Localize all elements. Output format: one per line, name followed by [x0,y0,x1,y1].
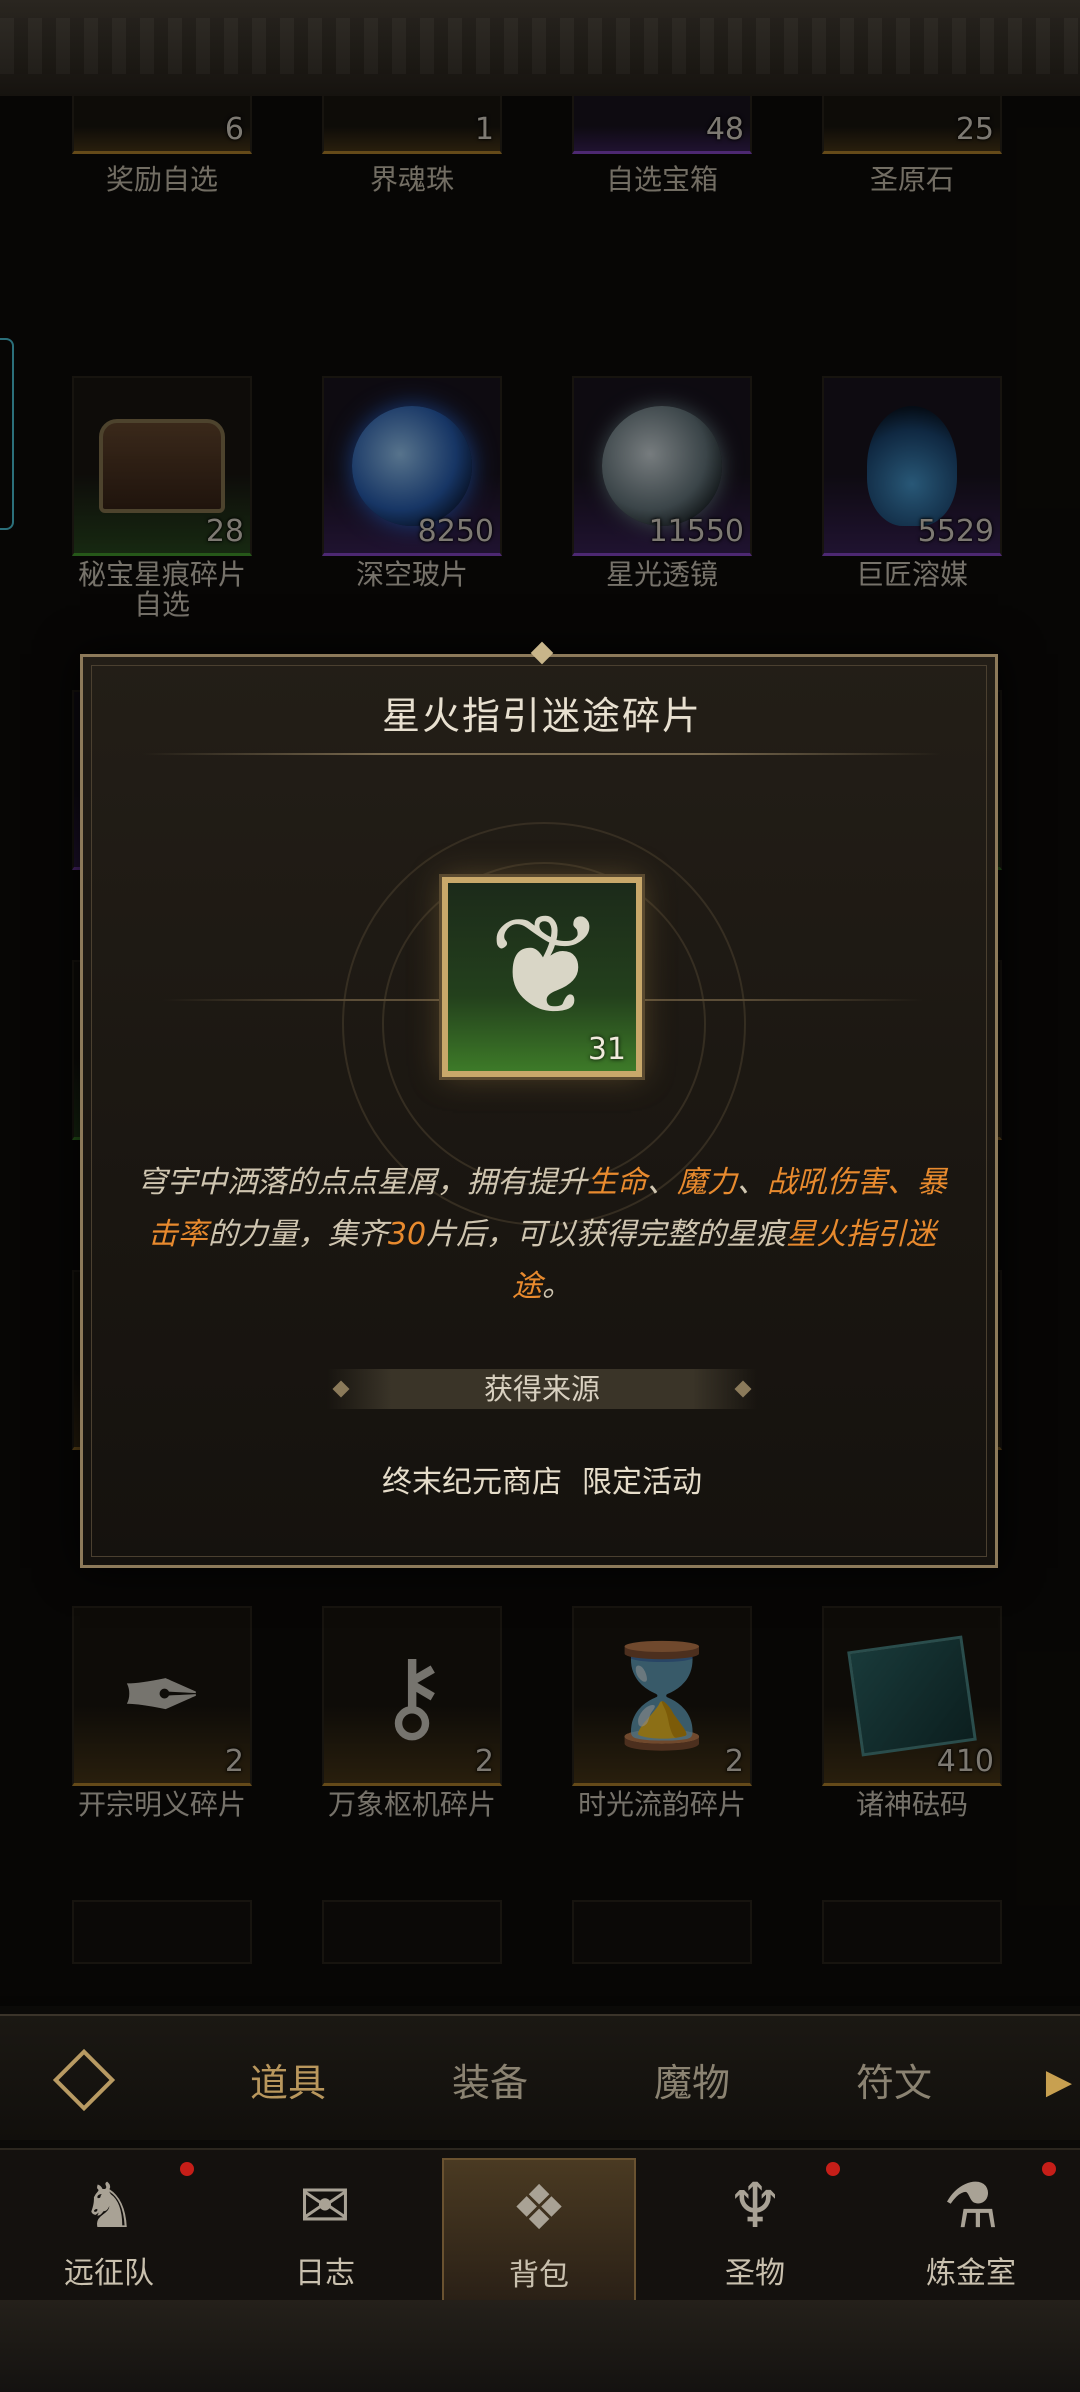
source-list: 终末纪元商店 限定活动 [83,1457,1001,1501]
alchemy-icon: ⚗ [943,2169,999,2242]
source-link[interactable]: 限定活动 [582,1465,702,1500]
modal-title: 星火指引迷途碎片 [381,694,702,738]
notification-badge [180,2162,194,2176]
nav-backpack[interactable]: ❖ 背包 [442,2158,636,2304]
nav-expedition[interactable]: ♞ 远征队 [14,2158,204,2300]
bottom-nav: ♞ 远征队 ✉ 日志 ❖ 背包 ♆ 圣物 ⚗ 炼金室 [0,2148,1080,2304]
nav-label: 远征队 [64,2256,154,2291]
tab-equipment[interactable]: 装备 [452,2052,528,2107]
chalice-icon: ♆ [727,2169,783,2242]
tab-monsters[interactable]: 魔物 [654,2052,730,2107]
category-tab-bar: 道具 装备 魔物 符文 ▶ [0,2014,1080,2140]
desc-highlight: 魔力 [677,1165,737,1200]
notification-badge [1042,2162,1056,2176]
nav-label: 炼金室 [926,2256,1016,2291]
desc-text: 的力量，集齐 [207,1217,388,1252]
desc-highlight: 30 [387,1217,427,1252]
scroll-icon: ✉ [299,2169,351,2242]
horned-helmet-icon: ♞ [81,2169,137,2242]
diamond-icon [52,2048,116,2112]
desc-text: 、 [737,1165,767,1200]
source-link[interactable]: 终末纪元商店 [382,1465,562,1500]
top-ornament-bar [0,0,1080,99]
nav-label: 日志 [295,2256,355,2291]
tab-runes[interactable]: 符文 [856,2052,932,2107]
backpack-icon: ❖ [511,2171,567,2244]
desc-text: 穹宇中洒落的点点星屑，拥有提升 [137,1165,587,1200]
item-count: 31 [587,1032,626,1067]
nav-alchemy[interactable]: ⚗ 炼金室 [876,2158,1066,2300]
nav-label: 背包 [509,2258,569,2293]
nav-relics[interactable]: ♆ 圣物 [660,2158,850,2300]
item-detail-modal: 星火指引迷途碎片 ❦ 31 穹宇中洒落的点点星屑，拥有提升生命、魔力、战吼伤害、… [80,641,1001,1568]
nav-journal[interactable]: ✉ 日志 [230,2158,420,2300]
desc-text: 、 [887,1165,917,1200]
desc-highlight: 战吼伤害 [767,1165,887,1200]
star-fragment-icon: ❦ [488,885,606,1048]
side-pull-tab[interactable] [0,338,14,530]
bottom-ornament-bar [0,2300,1080,2392]
chevron-right-icon[interactable]: ▶ [1046,2062,1072,2102]
divider [143,753,941,755]
desc-text: 、 [647,1165,677,1200]
desc-highlight: 生命 [587,1165,647,1200]
item-icon-frame: ❦ 31 [442,877,642,1077]
source-header: 获得来源 [327,1369,757,1409]
item-description: 穹宇中洒落的点点星屑，拥有提升生命、魔力、战吼伤害、暴击率的力量，集齐30片后，… [123,1157,961,1313]
desc-text: 。 [542,1269,572,1304]
tab-items[interactable]: 道具 [250,2052,326,2107]
notification-badge [826,2162,840,2176]
nav-label: 圣物 [725,2256,785,2291]
desc-text: 片后，可以获得完整的星痕 [426,1217,787,1252]
